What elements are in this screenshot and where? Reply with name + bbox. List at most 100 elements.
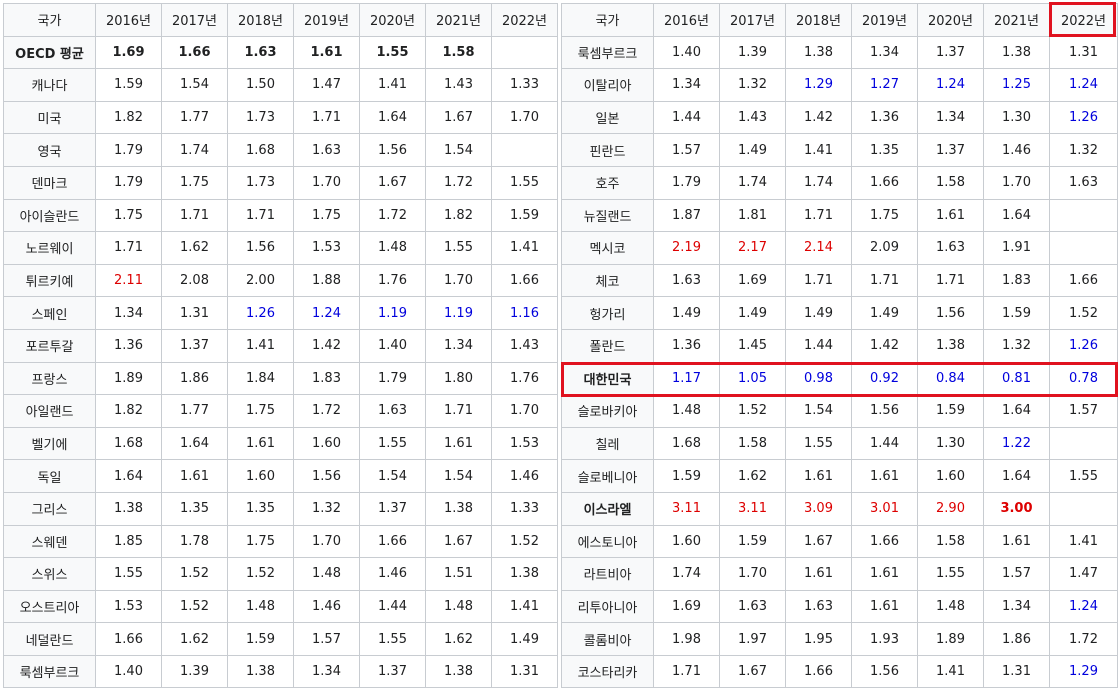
rate-cell: 1.48 — [653, 394, 720, 428]
rate-cell: 1.41 — [491, 231, 558, 265]
rate-cell: 1.76 — [491, 361, 558, 396]
rate-cell: 3.09 — [785, 491, 852, 526]
table-row: 호주 1.79 1.74 1.74 1.66 1.58 1.70 1.63 — [561, 165, 1118, 200]
rate-cell: 1.61 — [917, 198, 984, 233]
rate-cell: 1.56 — [851, 654, 918, 689]
rate-cell: 1.89 — [95, 361, 162, 396]
rate-cell: 1.57 — [983, 557, 1050, 591]
country-name: 그리스 — [3, 491, 96, 526]
rate-cell: 1.72 — [359, 198, 426, 233]
rate-cell: 1.29 — [1049, 654, 1118, 689]
rate-cell: 1.34 — [95, 296, 162, 330]
rate-cell: 1.55 — [359, 622, 426, 656]
table-row: 벨기에 1.68 1.64 1.61 1.60 1.55 1.61 1.53 — [3, 426, 558, 461]
country-name: 네덜란드 — [3, 622, 96, 656]
rate-cell: 1.63 — [917, 231, 984, 265]
rate-cell — [1049, 231, 1118, 265]
rate-cell: 1.75 — [95, 198, 162, 233]
header-year: 2021년 — [425, 3, 492, 37]
rate-cell: 1.75 — [851, 198, 918, 233]
country-name: 캐나다 — [3, 68, 96, 102]
table-row: 아일랜드 1.82 1.77 1.75 1.72 1.63 1.71 1.70 — [3, 394, 558, 428]
rate-cell: 1.88 — [293, 263, 360, 298]
rate-cell: 0.92 — [851, 361, 918, 396]
country-name: 핀란드 — [561, 133, 654, 167]
rate-cell: 1.71 — [785, 263, 852, 298]
rate-cell: 1.85 — [95, 524, 162, 559]
rate-cell: 1.22 — [983, 426, 1050, 461]
rate-cell — [1049, 491, 1118, 526]
rate-cell: 1.50 — [227, 68, 294, 102]
country-name: 폴란드 — [561, 328, 654, 363]
rate-cell: 1.57 — [653, 133, 720, 167]
rate-cell: 2.09 — [851, 231, 918, 265]
rate-cell: 1.32 — [719, 68, 786, 102]
fertility-table-right: 국가 2016년 2017년 2018년 2019년 2020년 2021년 2022년 룩셈부… — [561, 3, 1118, 689]
country-name: 슬로바키아 — [561, 394, 654, 428]
rate-cell: 1.82 — [95, 394, 162, 428]
country-name: 헝가리 — [561, 296, 654, 330]
header-row: 국가 2016년 2017년 2018년 2019년 2020년 2021년 2022년 — [3, 3, 558, 37]
rate-cell: 3.00 — [983, 491, 1050, 526]
rate-cell: 1.40 — [653, 35, 720, 70]
table-row: 노르웨이 1.71 1.62 1.56 1.53 1.48 1.55 1.41 — [3, 231, 558, 265]
rate-cell: 1.24 — [1049, 589, 1118, 624]
table-row: 콜롬비아 1.98 1.97 1.95 1.93 1.89 1.86 1.72 — [561, 622, 1118, 656]
country-name: 아일랜드 — [3, 394, 96, 428]
rate-cell: 1.48 — [917, 589, 984, 624]
rate-cell: 1.32 — [983, 328, 1050, 363]
header-country: 국가 — [3, 3, 96, 37]
rate-cell: 1.41 — [1049, 524, 1118, 559]
country-name: 포르투갈 — [3, 328, 96, 363]
rate-cell: 1.67 — [785, 524, 852, 559]
rate-cell: 1.74 — [653, 557, 720, 591]
country-name: 아이슬란드 — [3, 198, 96, 233]
table-row: 이탈리아 1.34 1.32 1.29 1.27 1.24 1.25 1.24 — [561, 68, 1118, 102]
rate-cell: 1.33 — [491, 68, 558, 102]
rate-cell: 1.71 — [851, 263, 918, 298]
rate-cell: 1.67 — [359, 165, 426, 200]
rate-cell: 1.64 — [983, 394, 1050, 428]
rate-cell: 1.67 — [719, 654, 786, 689]
rate-cell: 1.57 — [1049, 394, 1118, 428]
table-row: 포르투갈 1.36 1.37 1.41 1.42 1.40 1.34 1.43 — [3, 328, 558, 363]
rate-cell: 1.64 — [983, 459, 1050, 493]
rate-cell: 1.34 — [851, 35, 918, 70]
country-name: 이탈리아 — [561, 68, 654, 102]
rate-cell: 1.68 — [653, 426, 720, 461]
rate-cell: 1.25 — [983, 68, 1050, 102]
rate-cell: 1.66 — [785, 654, 852, 689]
country-name: 벨기에 — [3, 426, 96, 461]
rate-cell: 1.39 — [161, 654, 228, 689]
table-row: 영국 1.79 1.74 1.68 1.63 1.56 1.54 — [3, 133, 558, 167]
rate-cell: 1.42 — [851, 328, 918, 363]
rate-cell: 1.44 — [359, 589, 426, 624]
rate-cell: 1.66 — [359, 524, 426, 559]
header-year: 2020년 — [917, 3, 984, 37]
rate-cell: 1.64 — [161, 426, 228, 461]
rate-cell: 1.24 — [1049, 68, 1118, 102]
country-name: 라트비아 — [561, 557, 654, 591]
table-row: 미국 1.82 1.77 1.73 1.71 1.64 1.67 1.70 — [3, 100, 558, 135]
rate-cell: 1.64 — [983, 198, 1050, 233]
rate-cell: 1.43 — [491, 328, 558, 363]
rate-cell: 1.62 — [425, 622, 492, 656]
rate-cell: 1.38 — [983, 35, 1050, 70]
rate-cell: 1.61 — [425, 426, 492, 461]
rate-cell: 1.41 — [785, 133, 852, 167]
rate-cell: 1.68 — [227, 133, 294, 167]
rate-cell: 1.38 — [425, 654, 492, 689]
table-row: 칠레 1.68 1.58 1.55 1.44 1.30 1.22 — [561, 426, 1118, 461]
rate-cell: 1.41 — [491, 589, 558, 624]
rate-cell: 1.42 — [785, 100, 852, 135]
rate-cell: 1.54 — [161, 68, 228, 102]
rate-cell: 1.37 — [917, 35, 984, 70]
rate-cell: 1.49 — [491, 622, 558, 656]
table-row: 뉴질랜드 1.87 1.81 1.71 1.75 1.61 1.64 — [561, 198, 1118, 233]
rate-cell: 1.70 — [491, 100, 558, 135]
rate-cell: 1.64 — [95, 459, 162, 493]
table-row: 핀란드 1.57 1.49 1.41 1.35 1.37 1.46 1.32 — [561, 133, 1118, 167]
rate-cell: 1.59 — [719, 524, 786, 559]
rate-cell: 1.35 — [851, 133, 918, 167]
country-name: 콜롬비아 — [561, 622, 654, 656]
